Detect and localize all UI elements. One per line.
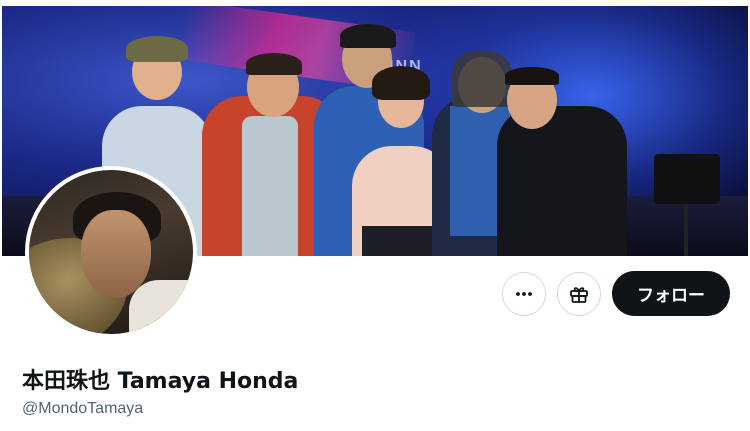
display-name: 本田珠也 Tamaya Honda	[22, 369, 299, 394]
gift-icon	[570, 287, 588, 303]
more-button[interactable]	[502, 272, 546, 316]
user-handle: @MondoTamaya	[22, 400, 144, 417]
stage-speaker	[654, 154, 720, 204]
person-6	[497, 41, 627, 256]
more-horizontal-icon	[516, 292, 532, 296]
avatar-shirt	[129, 280, 193, 334]
gift-button[interactable]	[557, 272, 601, 316]
follow-button[interactable]: フォロー	[612, 271, 730, 316]
speaker-stand	[684, 204, 688, 256]
profile-avatar[interactable]	[25, 166, 197, 338]
